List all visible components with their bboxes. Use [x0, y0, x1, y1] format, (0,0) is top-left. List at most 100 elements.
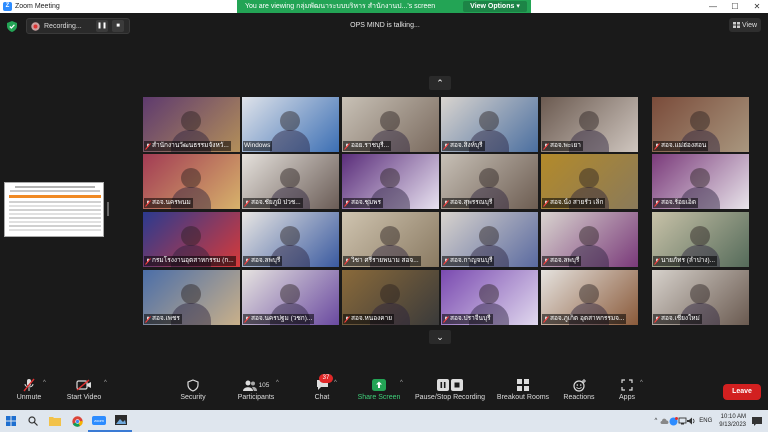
participant-name-label: ออย.ราชบุรี... — [343, 141, 392, 151]
windows-taskbar: zoom ^ ENG 10:10 AM 9/13/2023 — [0, 410, 768, 432]
participant-tile[interactable]: สอจ.ลพบุรี — [541, 212, 638, 267]
chevron-up-icon[interactable]: ^ — [276, 380, 279, 386]
breakout-rooms-label: Breakout Rooms — [496, 394, 550, 401]
shared-screen-thumbnail[interactable] — [4, 182, 104, 237]
volume-icon[interactable] — [687, 417, 696, 425]
notification-icon[interactable] — [752, 416, 762, 426]
participant-silhouette — [479, 111, 499, 131]
participant-tile[interactable]: สอจ.พะเยา — [541, 97, 638, 152]
shared-doc-subtitle — [10, 190, 100, 192]
page-up-button[interactable]: ⌃ — [429, 76, 451, 90]
microphone-muted-icon — [443, 142, 449, 150]
chevron-up-icon[interactable]: ^ — [400, 380, 403, 386]
participant-tile[interactable]: สอจ.นั้ง สายรั่ว เลิก — [541, 154, 638, 209]
reactions-label: Reactions — [563, 394, 595, 401]
participant-tile[interactable]: สอจ.แม่ฮ่องสอน — [652, 97, 749, 152]
taskbar-search-button[interactable] — [22, 410, 44, 432]
participant-tile[interactable]: สอจ.หนองคาย — [342, 270, 439, 325]
panel-resize-handle[interactable] — [107, 202, 109, 216]
shared-doc-row — [9, 229, 101, 231]
clock[interactable]: 10:10 AM 9/13/2023 — [719, 413, 746, 429]
shared-doc-row — [9, 209, 101, 211]
participant-tile[interactable]: สำนักงานวัฒนธรรมจังหวั... — [143, 97, 240, 152]
participant-tile[interactable]: สอจ.ชัยภูมิ ปวช... — [242, 154, 339, 209]
unmute-label: Unmute — [16, 394, 42, 401]
language-indicator[interactable]: ENG — [699, 418, 712, 424]
microphone-muted-icon — [654, 199, 660, 207]
chevron-up-icon[interactable]: ^ — [640, 380, 643, 386]
participant-silhouette — [579, 168, 599, 188]
reactions-button[interactable]: Reactions — [562, 376, 596, 401]
participant-tile[interactable]: สอจ.เชียงใหม่ — [652, 270, 749, 325]
chevron-up-icon[interactable]: ^ — [104, 380, 107, 386]
apps-button[interactable]: Apps ^ — [612, 376, 643, 401]
participant-silhouette — [181, 226, 201, 246]
taskbar-chrome[interactable] — [66, 410, 88, 432]
participant-tile[interactable]: Windows — [242, 97, 339, 152]
security-button[interactable]: Security — [176, 376, 210, 401]
start-button[interactable] — [0, 410, 22, 432]
stop-icon — [451, 379, 463, 391]
participant-tile[interactable]: สอจ.ชุมพร — [342, 154, 439, 209]
participant-tile[interactable]: สอจ.กาญจนบุรี — [441, 212, 538, 267]
participant-silhouette — [380, 284, 400, 304]
participants-label: Participants — [237, 394, 275, 401]
start-video-button[interactable]: Start Video ^ — [62, 376, 107, 401]
participant-name: วิชา ศรีรายพนาม สอจ... — [351, 257, 419, 264]
participant-tile[interactable]: สอจ.ภูเก็ต อุตสาหกรรมจ... — [541, 270, 638, 325]
participant-tile[interactable]: นายภัทร (ลำปาง)... — [652, 212, 749, 267]
share-screen-button[interactable]: Share Screen ^ — [354, 376, 404, 401]
minimize-button[interactable]: — — [702, 0, 724, 13]
maximize-button[interactable]: ☐ — [724, 0, 746, 13]
participant-tile[interactable]: สอจ.นครพนม — [143, 154, 240, 209]
cloud-recording-icon — [31, 21, 40, 31]
view-options-label: View Options — [470, 3, 515, 10]
chevron-up-icon[interactable]: ^ — [43, 380, 46, 386]
participant-tile[interactable]: สอจ.ลพบุรี — [242, 212, 339, 267]
participant-tile[interactable]: สอจ.เพชร — [143, 270, 240, 325]
recording-label: Recording... — [44, 22, 82, 30]
breakout-rooms-button[interactable]: Breakout Rooms — [494, 376, 552, 401]
pause-recording-button[interactable]: ❚❚ — [96, 20, 108, 32]
participant-silhouette — [690, 226, 710, 246]
view-options-button[interactable]: View Options ▾ — [463, 1, 527, 12]
view-button[interactable]: View — [729, 18, 761, 32]
zoom-tray-icon[interactable] — [669, 416, 679, 426]
taskbar-zoom[interactable]: zoom — [88, 410, 110, 432]
page-down-button[interactable]: ⌄ — [429, 330, 451, 344]
chevron-up-icon[interactable]: ^ — [334, 380, 337, 386]
close-button[interactable]: ✕ — [746, 0, 768, 13]
taskbar-file-explorer[interactable] — [44, 410, 66, 432]
leave-button[interactable]: Leave — [723, 384, 761, 400]
participant-tile[interactable]: วิชา ศรีรายพนาม สอจ... — [342, 212, 439, 267]
participant-silhouette — [280, 111, 300, 131]
clock-date: 9/13/2023 — [719, 422, 746, 428]
shield-icon[interactable] — [7, 21, 17, 32]
unmute-button[interactable]: Unmute ^ — [12, 376, 46, 401]
view-button-label: View — [741, 21, 758, 29]
participant-name: สอจ.ชุมพร — [351, 199, 381, 206]
folder-icon — [49, 417, 61, 426]
participant-tile[interactable]: ออย.ราชบุรี... — [342, 97, 439, 152]
tray-overflow-button[interactable]: ^ — [654, 418, 657, 424]
chat-button[interactable]: 37 Chat ^ — [308, 374, 337, 401]
participant-name-label: สอจ.นั้ง สายรั่ว เลิก — [542, 198, 606, 208]
cloud-icon[interactable] — [660, 417, 669, 425]
participant-tile[interactable]: กรมโรงงานอุตสาหกรรม (ก... — [143, 212, 240, 267]
taskbar-photos[interactable] — [110, 410, 132, 432]
pause-stop-recording-button[interactable]: Pause/Stop Recording — [412, 376, 488, 401]
participant-name-label: สอจ.สุพรรณบุรี — [442, 198, 495, 208]
microphone-muted-icon — [145, 315, 151, 323]
participant-tile[interactable]: สอจ.ปราจีนบุรี — [441, 270, 538, 325]
participant-name: สอจ.พะเยา — [550, 142, 581, 149]
participant-tile[interactable]: สอจ.นครปฐม (วชก)... — [242, 270, 339, 325]
participant-tile[interactable]: สอจ.สุพรรณบุรี — [441, 154, 538, 209]
participant-silhouette — [579, 111, 599, 131]
participant-name: สอจ.ภูเก็ต อุตสาหกรรมจ... — [550, 315, 625, 322]
participants-button[interactable]: 105 Participants ^ — [234, 376, 279, 401]
stop-recording-button[interactable]: ■ — [112, 20, 124, 32]
network-icon[interactable] — [678, 417, 687, 425]
start-video-label: Start Video — [66, 394, 102, 401]
participant-tile[interactable]: สอจ.สิงห์บุรี — [441, 97, 538, 152]
participant-tile[interactable]: สอจ.ร้อยเอ็ด — [652, 154, 749, 209]
